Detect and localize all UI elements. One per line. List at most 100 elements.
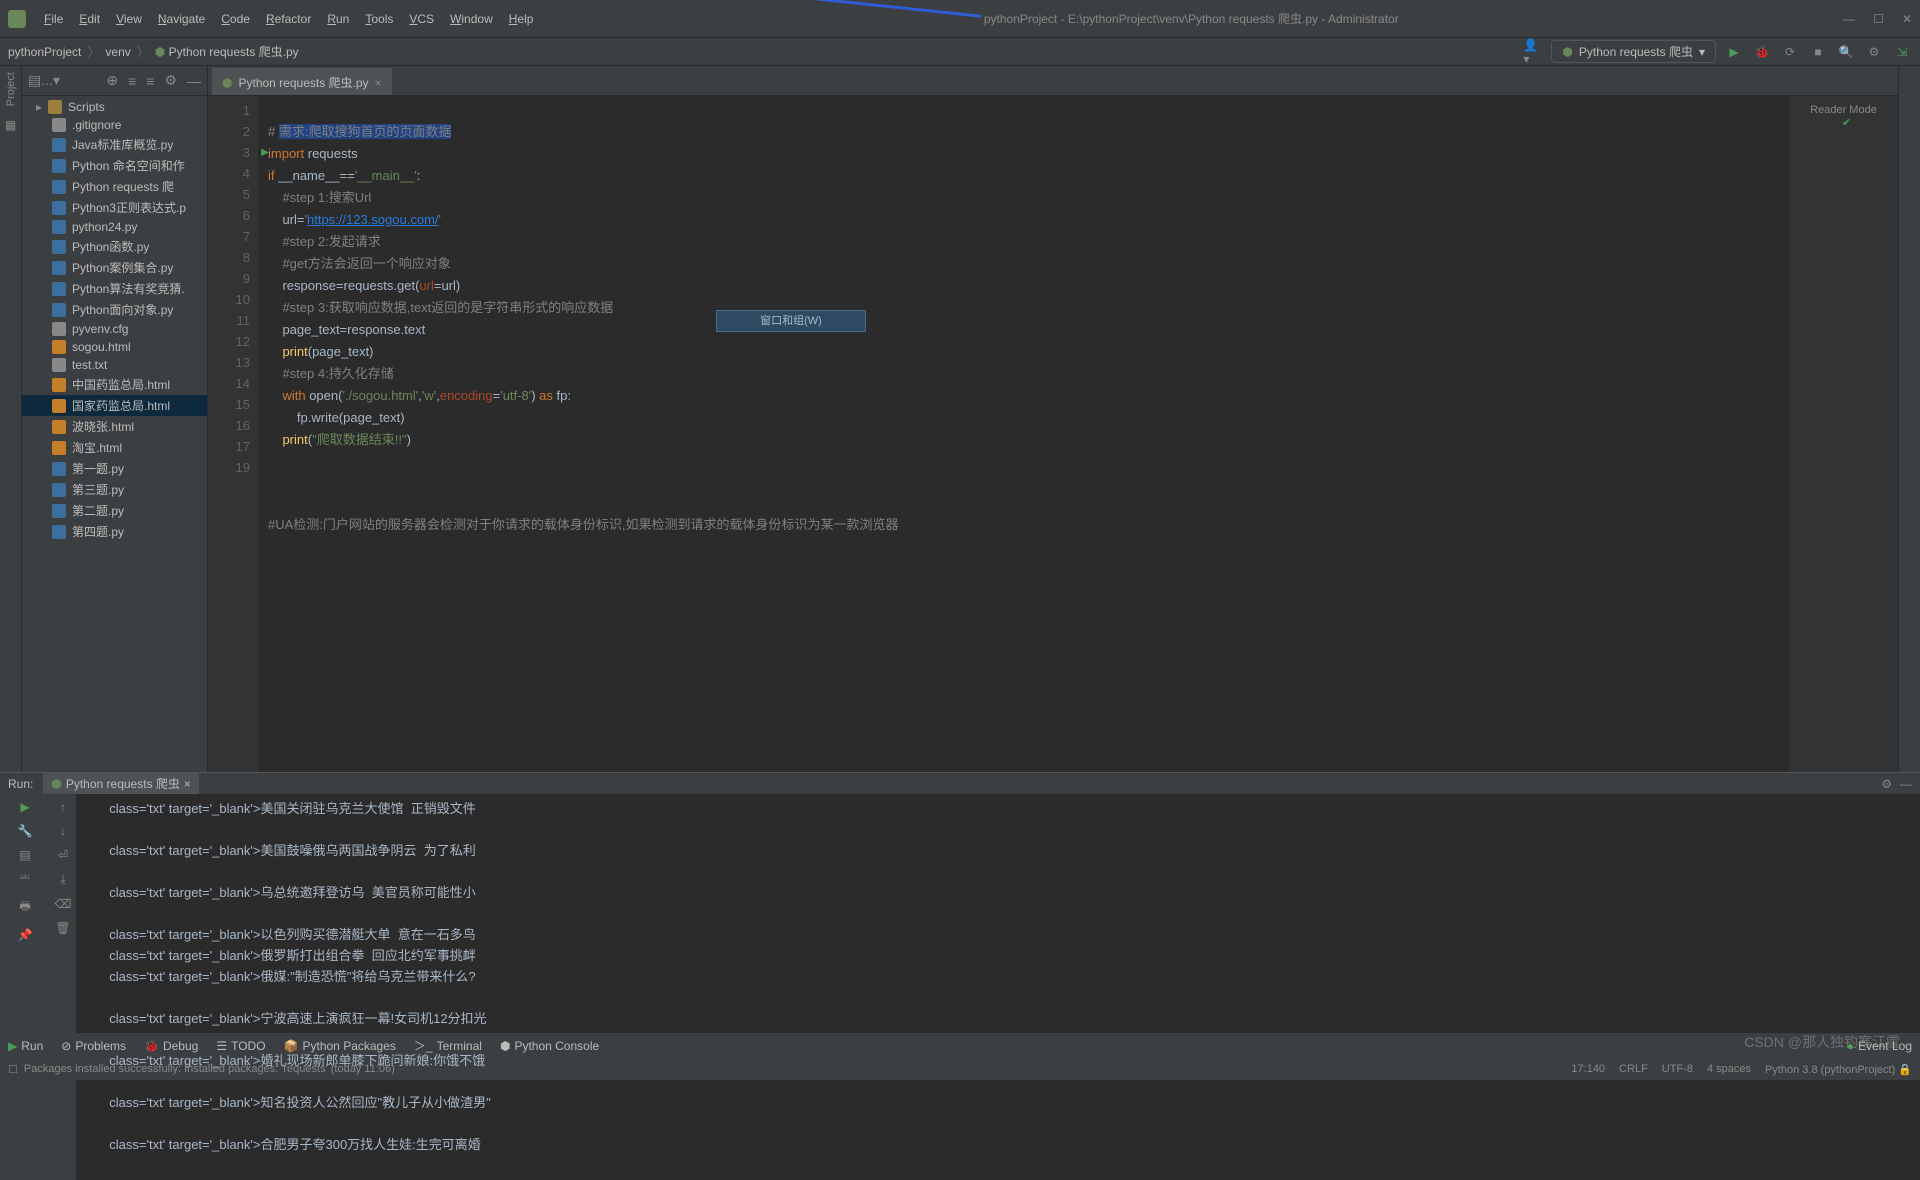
indent[interactable]: 4 spaces (1707, 1063, 1751, 1076)
run-tab[interactable]: ⬢Python requests 爬虫 × (43, 773, 199, 794)
console-tool-button[interactable]: ⬢Python Console (500, 1039, 599, 1053)
file-item[interactable]: 国家药监总局.html (22, 395, 207, 416)
run-tool-button[interactable]: ▶Run (8, 1039, 43, 1053)
run-settings-icon[interactable]: ⚙ (1881, 777, 1892, 791)
menu-tools[interactable]: Tools (359, 8, 399, 30)
editor-area: ⬢ Python requests 爬虫.py × ▶ 123456789101… (208, 66, 1898, 772)
editor-tab[interactable]: ⬢ Python requests 爬虫.py × (212, 68, 392, 95)
project-tool-tab[interactable]: Project (5, 72, 17, 106)
right-tool-stripe (1898, 66, 1920, 772)
settings-icon[interactable]: ⚙ (1864, 42, 1884, 62)
interpreter[interactable]: Python 3.8 (pythonProject) 🔒 (1765, 1063, 1912, 1076)
event-log-button[interactable]: ●Event Log (1847, 1039, 1912, 1053)
crumb-0[interactable]: pythonProject (8, 45, 81, 59)
line-separator[interactable]: CRLF (1619, 1063, 1648, 1076)
file-item[interactable]: python24.py (22, 218, 207, 236)
file-item[interactable]: Java标准库概览.py (22, 134, 207, 155)
file-item[interactable]: Python案例集合.py (22, 257, 207, 278)
problems-tool-button[interactable]: ⊘Problems (61, 1039, 126, 1053)
run-config-selector[interactable]: ⬢Python requests 爬虫▾ (1551, 40, 1716, 63)
layout-icon[interactable]: ▤ (19, 848, 30, 862)
run-button[interactable]: ▶ (1724, 42, 1744, 62)
close-button[interactable]: ✕ (1902, 12, 1912, 26)
file-item[interactable]: 中国药监总局.html (22, 374, 207, 395)
menu-run[interactable]: Run (321, 8, 355, 30)
run-tab-label: Python requests 爬虫 (66, 775, 180, 792)
file-item[interactable]: Python 命名空间和作 (22, 155, 207, 176)
run-output[interactable]: class='txt' target='_blank'>美国关闭驻乌克兰大使馆 … (76, 794, 1920, 1180)
file-item[interactable]: 第四题.py (22, 521, 207, 542)
breadcrumb[interactable]: pythonProject〉 venv〉 ⬢ Python requests 爬… (8, 43, 299, 60)
run-hide-icon[interactable]: — (1900, 777, 1912, 791)
file-item[interactable]: Python3正则表达式.p (22, 197, 207, 218)
menu-refactor[interactable]: Refactor (260, 8, 317, 30)
editor[interactable]: ▶ 123456789101112131415161719 # 需求:爬取搜狗首… (208, 96, 1898, 772)
trash-icon[interactable]: 🗑 (55, 921, 70, 935)
menu-code[interactable]: Code (215, 8, 256, 30)
hide-icon[interactable]: — (187, 73, 201, 89)
debug-tool-button[interactable]: 🐞Debug (144, 1039, 198, 1053)
crumb-2[interactable]: Python requests 爬虫.py (169, 45, 299, 59)
file-item[interactable]: sogou.html (22, 338, 207, 356)
file-item[interactable]: Python requests 爬 (22, 176, 207, 197)
code-with-me-icon[interactable]: ⇲ (1892, 42, 1912, 62)
crumb-1[interactable]: venv (105, 45, 130, 59)
expand-icon[interactable]: ≡ (128, 73, 136, 89)
stop-button[interactable]: ■ (1808, 42, 1828, 62)
add-user-icon[interactable]: 👤▾ (1523, 42, 1543, 62)
run-panel-header: Run: ⬢Python requests 爬虫 × ⚙ — (0, 773, 1920, 794)
reader-mode-label[interactable]: Reader Mode (1810, 104, 1877, 116)
menu-help[interactable]: Help (503, 8, 540, 30)
terminal-tool-button[interactable]: ＞_Terminal (414, 1037, 482, 1054)
scroll-icon[interactable]: ⤓ (60, 872, 65, 887)
filter-icon[interactable]: ⎃ (20, 872, 30, 887)
caret-position[interactable]: 17:140 (1571, 1063, 1605, 1076)
clear-icon[interactable]: ⌫ (55, 897, 72, 911)
target-icon[interactable]: ⊕ (106, 72, 118, 89)
file-item[interactable]: test.txt (22, 356, 207, 374)
project-pane-header: ▤...▾ ⊕ ≡ ≡ ⚙ — (22, 66, 207, 96)
pin-icon[interactable]: 📌 (18, 928, 33, 942)
file-item[interactable]: 第二题.py (22, 500, 207, 521)
encoding[interactable]: UTF-8 (1662, 1063, 1693, 1076)
menu-view[interactable]: View (110, 8, 148, 30)
status-icon[interactable]: ☐ (8, 1063, 18, 1076)
rerun-icon[interactable]: ▶ (20, 800, 29, 814)
file-item[interactable]: .gitignore (22, 116, 207, 134)
menu-window[interactable]: Window (444, 8, 499, 30)
gear-icon[interactable]: ⚙ (164, 72, 177, 89)
coverage-button[interactable]: ⟳ (1780, 42, 1800, 62)
menu-edit[interactable]: Edit (73, 8, 106, 30)
view-mode-icon[interactable]: ▤...▾ (28, 72, 60, 89)
file-item[interactable]: Python算法有奖竞猜. (22, 278, 207, 299)
down-icon[interactable]: ↓ (60, 824, 66, 838)
intention-popup[interactable]: 窗口和组(W) (716, 310, 866, 332)
wrap-icon[interactable]: ⏎ (58, 848, 68, 862)
wrench-icon[interactable]: 🔧 (18, 824, 33, 838)
search-icon[interactable]: 🔍 (1836, 42, 1856, 62)
code[interactable]: # 需求:爬取搜狗首页的页面数据 import requests if __na… (258, 96, 1788, 772)
project-tree[interactable]: ▸Scripts.gitignoreJava标准库概览.pyPython 命名空… (22, 96, 207, 772)
todo-tool-button[interactable]: ☰TODO (216, 1039, 265, 1053)
maximize-button[interactable]: ☐ (1873, 12, 1884, 26)
file-item[interactable]: pyvenv.cfg (22, 320, 207, 338)
debug-button[interactable]: 🐞 (1752, 42, 1772, 62)
close-tab-icon[interactable]: × (184, 777, 191, 791)
menu-vcs[interactable]: VCS (403, 8, 440, 30)
file-item[interactable]: 第三题.py (22, 479, 207, 500)
print-icon[interactable]: 🖶 (19, 897, 30, 918)
collapse-icon[interactable]: ≡ (146, 73, 154, 89)
packages-tool-button[interactable]: 📦Python Packages (284, 1039, 396, 1053)
up-icon[interactable]: ↑ (60, 800, 66, 814)
file-item[interactable]: Python面向对象.py (22, 299, 207, 320)
close-tab-icon[interactable]: × (375, 76, 382, 90)
minimize-button[interactable]: — (1843, 12, 1855, 26)
menu-file[interactable]: File (38, 8, 69, 30)
file-item[interactable]: 淘宝.html (22, 437, 207, 458)
folder-item[interactable]: ▸Scripts (22, 98, 207, 116)
file-item[interactable]: 第一题.py (22, 458, 207, 479)
file-item[interactable]: Python函数.py (22, 236, 207, 257)
file-item[interactable]: 波晓张.html (22, 416, 207, 437)
menu-navigate[interactable]: Navigate (152, 8, 211, 30)
structure-tool-icon[interactable]: ▦ (5, 118, 16, 132)
